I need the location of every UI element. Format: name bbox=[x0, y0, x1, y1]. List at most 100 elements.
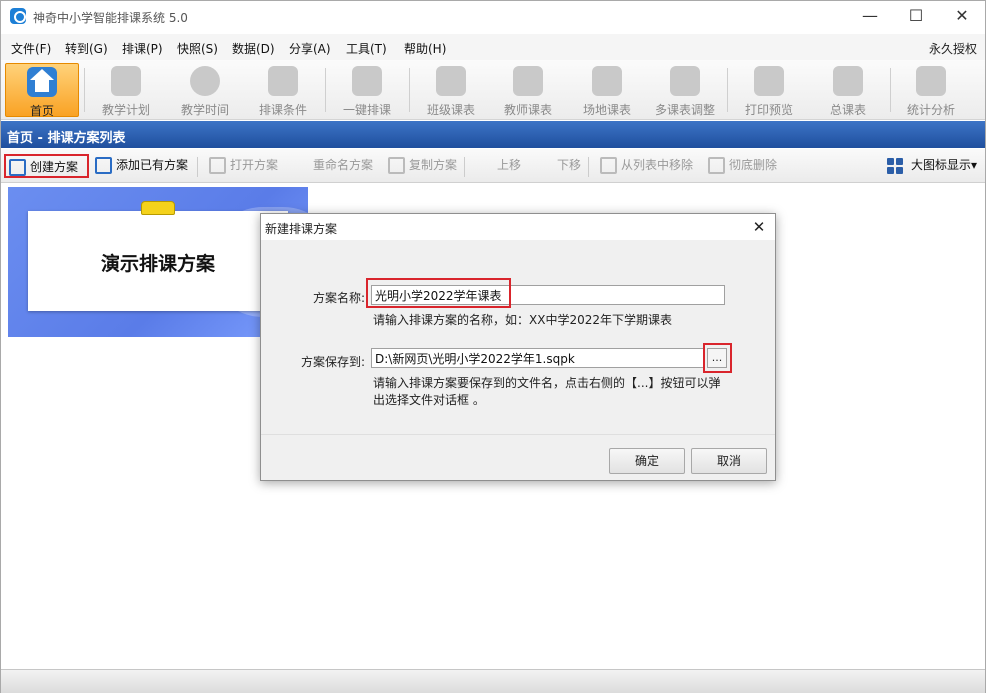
plan-toolbar: 创建方案 添加已有方案 打开方案 重命名方案 复制方案 上移 下移 从列表中移除… bbox=[1, 149, 985, 183]
main-toolbar: 首页 教学计划 教学时间 排课条件 一键排课 班级课表 教师课表 场地课表 多课… bbox=[1, 60, 985, 120]
menu-data[interactable]: 数据(D) bbox=[232, 40, 275, 57]
hand-click-icon bbox=[352, 66, 382, 96]
section-header: 首页 - 排课方案列表 bbox=[1, 121, 985, 148]
browse-highlight bbox=[703, 343, 732, 373]
nav-print-preview[interactable]: 打印预览 bbox=[732, 63, 806, 117]
menu-tools[interactable]: 工具(T) bbox=[346, 40, 387, 57]
clip-icon bbox=[141, 201, 175, 215]
menu-snapshot[interactable]: 快照(S) bbox=[177, 40, 218, 57]
ok-button[interactable]: 确定 bbox=[609, 448, 685, 474]
menu-file[interactable]: 文件(F) bbox=[11, 40, 51, 57]
nav-statistics[interactable]: 统计分析 bbox=[894, 63, 968, 117]
nav-master-timetable-label: 总课表 bbox=[829, 103, 866, 117]
minimize-button[interactable]: — bbox=[847, 1, 893, 31]
building-icon bbox=[592, 66, 622, 96]
dialog-close-icon[interactable]: ✕ bbox=[749, 217, 769, 237]
menu-share[interactable]: 分享(A) bbox=[289, 40, 331, 57]
plan-name-highlight bbox=[366, 278, 511, 308]
status-bar bbox=[1, 669, 985, 693]
menu-goto[interactable]: 转到(G) bbox=[65, 40, 108, 57]
toolbar-separator bbox=[409, 68, 410, 112]
menu-schedule[interactable]: 排课(P) bbox=[122, 40, 163, 57]
open-plan-label: 打开方案 bbox=[230, 158, 279, 172]
open-icon bbox=[209, 157, 226, 174]
nav-teacher-timetable-label: 教师课表 bbox=[503, 103, 552, 117]
copy-icon bbox=[388, 157, 405, 174]
toolbar-separator bbox=[890, 68, 891, 112]
nav-master-timetable[interactable]: 总课表 bbox=[811, 63, 885, 117]
printer-icon bbox=[754, 66, 784, 96]
plan-path-hint: 请输入排课方案要保存到的文件名，点击右侧的【...】按钮可以弹 出选择文件对话框… bbox=[373, 375, 743, 409]
clock-icon bbox=[190, 66, 220, 96]
remove-icon bbox=[600, 157, 617, 174]
plan-path-hint-line-2: 出选择文件对话框 。 bbox=[373, 393, 485, 407]
card-paper: 演示排课方案 bbox=[28, 211, 288, 311]
app-logo-icon bbox=[10, 8, 26, 24]
calendar-icon bbox=[436, 66, 466, 96]
home-icon bbox=[27, 67, 57, 97]
toolbar-separator bbox=[588, 157, 589, 177]
nav-multi-adjust[interactable]: 多课表调整 bbox=[648, 63, 722, 117]
add-icon bbox=[95, 157, 112, 174]
remove-from-list-button[interactable]: 从列表中移除 bbox=[597, 154, 693, 178]
arrow-down-icon bbox=[536, 157, 553, 174]
nav-print-preview-label: 打印预览 bbox=[744, 103, 793, 117]
multi-table-icon bbox=[670, 66, 700, 96]
nav-venue-timetable-label: 场地课表 bbox=[582, 103, 631, 117]
open-plan-button[interactable]: 打开方案 bbox=[206, 154, 278, 178]
license-status: 永久授权 bbox=[928, 42, 977, 56]
nav-class-timetable-label: 班级课表 bbox=[426, 103, 475, 117]
toolbar-separator bbox=[325, 68, 326, 112]
plan-path-input[interactable] bbox=[371, 348, 705, 368]
nav-conditions-label: 排课条件 bbox=[258, 103, 307, 117]
nav-venue-timetable[interactable]: 场地课表 bbox=[570, 63, 644, 117]
toolbar-separator bbox=[727, 68, 728, 112]
teacher-icon bbox=[513, 66, 543, 96]
edit-icon bbox=[9, 159, 26, 176]
section-title: 首页 - 排课方案列表 bbox=[7, 131, 126, 146]
view-mode-label: 大图标显示▾ bbox=[911, 158, 978, 172]
move-up-button[interactable]: 上移 bbox=[473, 154, 521, 178]
delete-plan-button[interactable]: 彻底删除 bbox=[705, 154, 777, 178]
create-plan-button[interactable]: 创建方案 bbox=[4, 154, 89, 178]
clipboard-icon bbox=[111, 66, 141, 96]
view-mode-button[interactable]: 大图标显示▾ bbox=[885, 154, 977, 178]
menu-bar: 文件(F) 转到(G) 排课(P) 快照(S) 数据(D) 分享(A) 工具(T… bbox=[1, 34, 985, 60]
plan-path-label: 方案保存到: bbox=[300, 355, 365, 369]
rename-plan-button[interactable]: 重命名方案 bbox=[289, 154, 373, 178]
close-button[interactable]: ✕ bbox=[939, 1, 985, 31]
copy-plan-label: 复制方案 bbox=[409, 158, 458, 172]
title-bar: 神奇中小学智能排课系统 5.0 — ☐ ✕ bbox=[1, 1, 985, 33]
move-down-label: 下移 bbox=[557, 158, 582, 172]
add-existing-plan-button[interactable]: 添加已有方案 bbox=[92, 154, 188, 178]
cancel-button[interactable]: 取消 bbox=[691, 448, 767, 474]
nav-auto-schedule[interactable]: 一键排课 bbox=[330, 63, 404, 117]
dialog-footer: 确定 取消 bbox=[261, 434, 775, 480]
nav-home[interactable]: 首页 bbox=[5, 63, 79, 118]
create-plan-label: 创建方案 bbox=[30, 160, 79, 174]
rename-plan-label: 重命名方案 bbox=[313, 158, 374, 172]
nav-teacher-timetable[interactable]: 教师课表 bbox=[491, 63, 565, 117]
cubes-icon bbox=[268, 66, 298, 96]
plan-path-hint-line-1: 请输入排课方案要保存到的文件名，点击右侧的【...】按钮可以弹 bbox=[373, 376, 721, 390]
new-plan-dialog: 新建排课方案 ✕ 方案名称: 请输入排课方案的名称，如：XX中学2022年下学期… bbox=[260, 213, 776, 481]
nav-teaching-plan[interactable]: 教学计划 bbox=[89, 63, 163, 117]
move-down-button[interactable]: 下移 bbox=[533, 154, 581, 178]
window-title: 神奇中小学智能排课系统 5.0 bbox=[33, 11, 188, 25]
remove-from-list-label: 从列表中移除 bbox=[621, 158, 694, 172]
maximize-button[interactable]: ☐ bbox=[893, 1, 939, 31]
plan-name-label: 方案名称: bbox=[312, 291, 365, 305]
delete-plan-label: 彻底删除 bbox=[729, 158, 778, 172]
dialog-title-bar: 新建排课方案 ✕ bbox=[261, 214, 775, 240]
nav-class-timetable[interactable]: 班级课表 bbox=[414, 63, 488, 117]
grid-icon bbox=[887, 158, 903, 174]
nav-multi-adjust-label: 多课表调整 bbox=[654, 103, 715, 117]
nav-conditions[interactable]: 排课条件 bbox=[246, 63, 320, 117]
bar-chart-icon bbox=[916, 66, 946, 96]
toolbar-separator bbox=[84, 68, 85, 112]
nav-teaching-time[interactable]: 教学时间 bbox=[168, 63, 242, 117]
plan-card-title: 演示排课方案 bbox=[100, 253, 215, 275]
dialog-title: 新建排课方案 bbox=[265, 222, 338, 236]
copy-plan-button[interactable]: 复制方案 bbox=[385, 154, 457, 178]
menu-help[interactable]: 帮助(H) bbox=[404, 40, 446, 57]
